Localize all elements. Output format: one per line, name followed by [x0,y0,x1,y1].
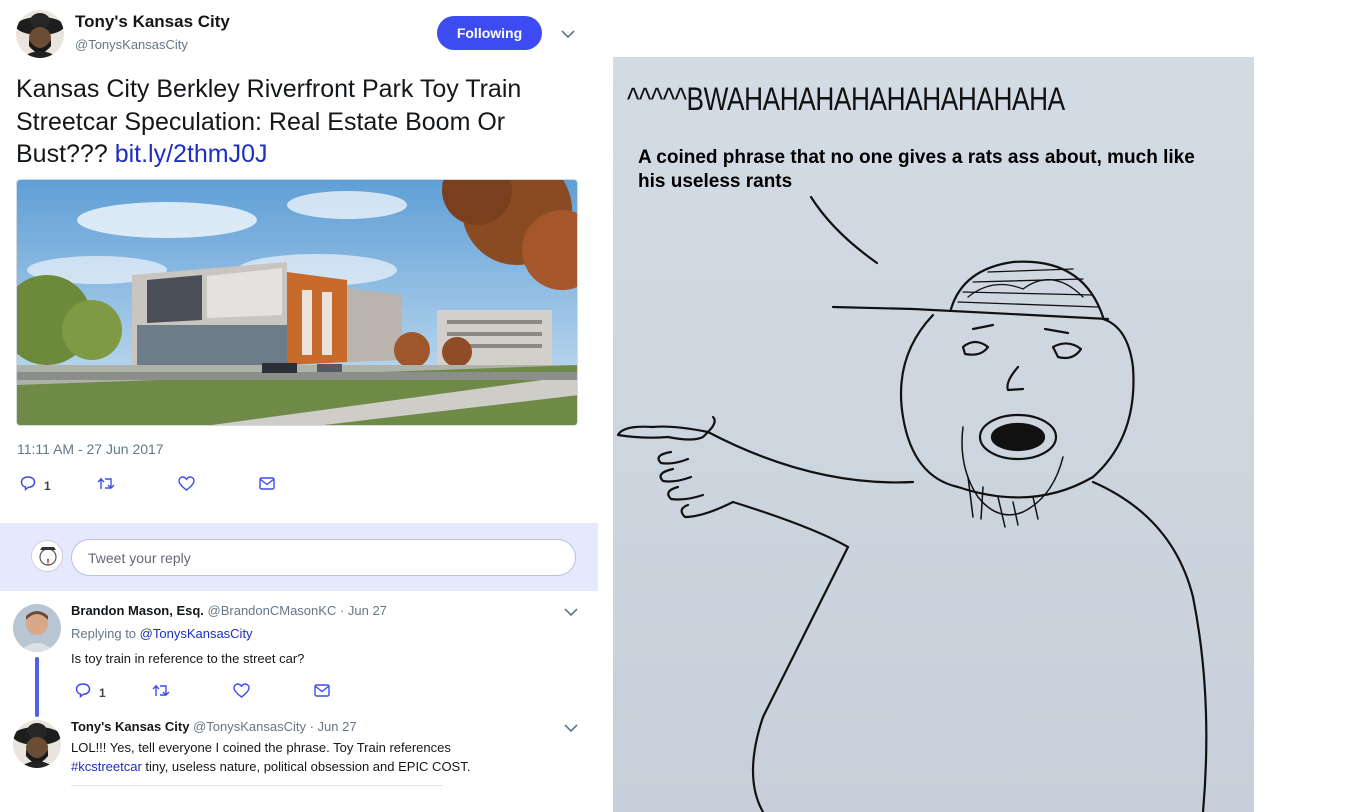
chevron-down-icon[interactable] [562,603,580,621]
tweet-timestamp[interactable]: 11:11 AM - 27 Jun 2017 [17,441,164,457]
reply-avatar-tony[interactable] [13,720,61,768]
tweet-link[interactable]: bit.ly/2thmJ0J [115,140,268,168]
reply-count: 1 [99,685,106,700]
reply-input[interactable] [71,539,576,576]
like-icon[interactable] [233,683,250,698]
reply-action[interactable]: 1 [75,682,106,703]
reply-text: LOL!!! Yes, tell everyone I coined the p… [71,738,511,776]
tweet-panel: Tony's Kansas City @TonysKansasCity Foll… [0,0,598,812]
author-avatar[interactable] [16,10,64,58]
retweet-icon[interactable] [97,476,116,491]
reply-composer [0,523,598,591]
message-icon[interactable] [259,477,275,490]
reply-header: Tony's Kansas City @TonysKansasCity · Ju… [71,719,357,734]
replying-mention[interactable]: @TonysKansasCity [140,626,253,641]
reply-meta[interactable]: @BrandonCMasonKC · Jun 27 [204,603,387,618]
reply-author-name[interactable]: Brandon Mason, Esq. [71,603,204,618]
tweet-header: Tony's Kansas City @TonysKansasCity Foll… [16,10,586,60]
reply-action[interactable]: 1 [20,475,51,496]
meme-image: ^^^^^BWAHAHAHAHAHAHAHAHAHA A coined phra… [613,57,1254,812]
tweet-text-main: Kansas City Berkley Riverfront Park Toy … [16,75,522,168]
reply-text-part1: LOL!!! Yes, tell everyone I coined the p… [71,740,451,755]
reply-text: Is toy train in reference to the street … [71,651,305,666]
tweet-text: Kansas City Berkley Riverfront Park Toy … [16,73,576,171]
tweet-photo[interactable] [16,179,578,426]
replying-to: Replying to @TonysKansasCity [71,626,253,641]
replying-prefix: Replying to [71,626,140,641]
thread-line [35,657,39,717]
divider [71,785,443,786]
reply-avatar-brandon[interactable] [13,604,61,652]
retweet-icon[interactable] [152,683,171,698]
reply-count: 1 [44,478,51,493]
reply-header: Brandon Mason, Esq. @BrandonCMasonKC · J… [71,603,387,618]
meme-caption: A coined phrase that no one gives a rats… [638,147,1195,192]
reply-icon [20,475,36,496]
message-icon[interactable] [314,684,330,697]
meme-laugh-text: ^^^^^BWAHAHAHAHAHAHAHAHAHA [627,81,1065,117]
user-avatar[interactable] [31,540,63,572]
following-button[interactable]: Following [437,16,542,50]
author-name[interactable]: Tony's Kansas City [75,12,230,32]
reply-icon [75,682,91,703]
chevron-down-icon[interactable] [562,719,580,737]
author-handle[interactable]: @TonysKansasCity [75,37,188,52]
reply-text-part2: tiny, useless nature, political obsessio… [141,759,471,774]
reply-author-name[interactable]: Tony's Kansas City [71,719,189,734]
chevron-down-icon[interactable] [559,25,577,43]
reply-meta[interactable]: @TonysKansasCity · Jun 27 [189,719,357,734]
like-icon[interactable] [178,476,195,491]
hashtag-link[interactable]: #kcstreetcar [71,759,142,774]
